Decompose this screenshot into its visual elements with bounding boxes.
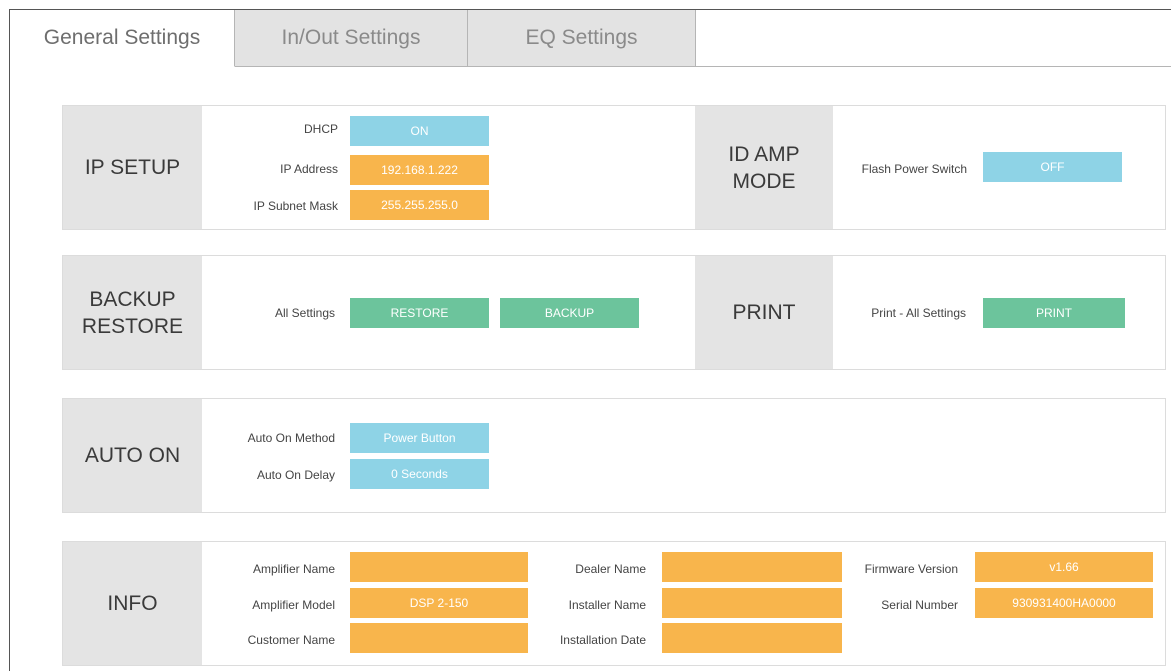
amplifier-name-field[interactable] [350, 552, 528, 582]
id-amp-title-line2: MODE [732, 169, 796, 193]
customer-name-field[interactable] [350, 623, 528, 653]
backup-restore-title: BACKUP RESTORE [63, 256, 202, 369]
id-amp-title-line1: ID AMP [728, 142, 800, 166]
dhcp-toggle[interactable]: ON [350, 116, 489, 146]
installation-date-label: Installation Date [559, 633, 646, 647]
ip-address-field[interactable]: 192.168.1.222 [350, 155, 489, 185]
print-button[interactable]: PRINT [983, 298, 1125, 328]
dealer-name-field[interactable] [662, 552, 842, 582]
subnet-mask-field[interactable]: 255.255.255.0 [350, 190, 489, 220]
tab-general-settings[interactable]: General Settings [10, 10, 235, 67]
flash-power-switch-label: Flash Power Switch [861, 162, 967, 176]
restore-button[interactable]: RESTORE [350, 298, 489, 328]
info-title: INFO [63, 542, 202, 665]
all-settings-label: All Settings [274, 306, 335, 320]
tab-divider [696, 66, 1171, 67]
serial-number-label: Serial Number [881, 598, 958, 612]
auto-on-delay-select[interactable]: 0 Seconds [350, 459, 489, 489]
subnet-mask-label: IP Subnet Mask [253, 199, 339, 213]
auto-on-title: AUTO ON [63, 399, 202, 512]
installation-date-field[interactable] [662, 623, 842, 653]
ip-setup-title: IP SETUP [63, 106, 202, 229]
ip-setup-panel: IP SETUP DHCP ON IP Address 192.168.1.22… [62, 105, 1166, 230]
print-title: PRINT [695, 256, 833, 369]
info-panel: INFO Amplifier Name Amplifier Model DSP … [62, 541, 1166, 666]
installer-name-label: Installer Name [568, 598, 646, 612]
tab-in-out-settings[interactable]: In/Out Settings [235, 10, 468, 67]
backup-restore-panel: BACKUP RESTORE All Settings RESTORE BACKU… [62, 255, 1166, 370]
firmware-version-label: Firmware Version [864, 562, 958, 576]
installer-name-field[interactable] [662, 588, 842, 618]
auto-on-method-label: Auto On Method [247, 431, 335, 445]
backup-title-line1: BACKUP [89, 287, 176, 311]
ip-address-label: IP Address [280, 162, 338, 176]
backup-title-line2: RESTORE [81, 314, 184, 338]
amplifier-model-field[interactable]: DSP 2-150 [350, 588, 528, 618]
auto-on-panel: AUTO ON Auto On Method Power Button Auto… [62, 398, 1166, 513]
amplifier-model-label: Amplifier Model [252, 598, 335, 612]
serial-number-value: 930931400HA0000 [975, 588, 1153, 618]
auto-on-method-select[interactable]: Power Button [350, 423, 489, 453]
customer-name-label: Customer Name [247, 633, 335, 647]
print-all-settings-label: Print - All Settings [871, 306, 966, 320]
amplifier-name-label: Amplifier Name [252, 562, 335, 576]
id-amp-mode-title: ID AMP MODE [695, 106, 833, 229]
flash-power-switch-toggle[interactable]: OFF [983, 152, 1122, 182]
tab-eq-settings[interactable]: EQ Settings [468, 10, 696, 67]
firmware-version-value: v1.66 [975, 552, 1153, 582]
dhcp-label: DHCP [303, 122, 338, 136]
dealer-name-label: Dealer Name [575, 562, 646, 576]
backup-button[interactable]: BACKUP [500, 298, 639, 328]
auto-on-delay-label: Auto On Delay [256, 468, 335, 482]
